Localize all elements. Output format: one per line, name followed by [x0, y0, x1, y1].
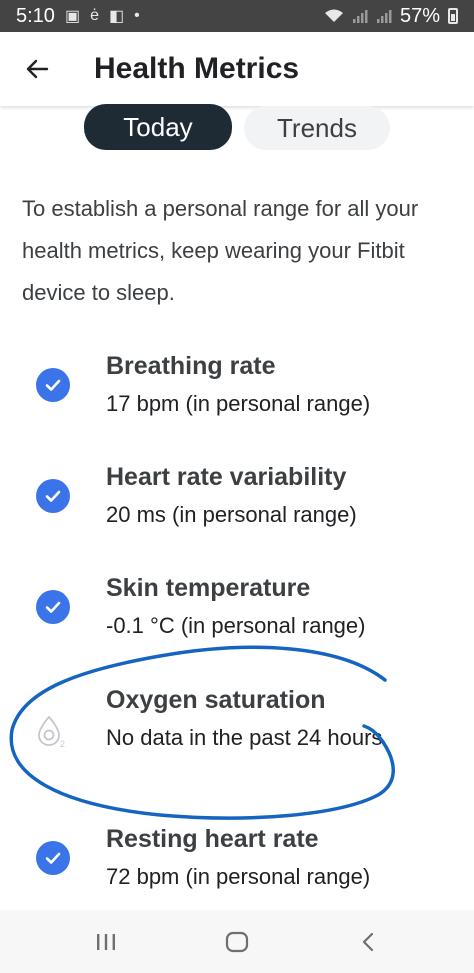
- metric-icon-wrap: 2: [36, 714, 70, 749]
- check-circle-icon: [36, 368, 70, 402]
- metric-value: No data in the past 24 hours: [106, 725, 383, 750]
- back-icon: [363, 932, 374, 951]
- o2-drop-icon: 2: [38, 715, 65, 749]
- intro-text: To establish a personal range for all yo…: [22, 196, 419, 305]
- metric-value: -0.1 °C (in personal range): [106, 613, 366, 638]
- metric-value: 20 ms (in personal range): [106, 502, 357, 527]
- back-button[interactable]: [22, 54, 52, 84]
- o2-subscript-text: 2: [60, 739, 65, 748]
- metric-oxygen-saturation[interactable]: 2 Oxygen saturation No data in the past …: [0, 686, 474, 786]
- image-icon: ▣: [64, 8, 81, 25]
- battery-icon: [448, 8, 458, 24]
- metric-name: Skin temperature: [106, 574, 311, 602]
- system-nav-bar: [0, 910, 474, 973]
- recents-button[interactable]: [76, 917, 136, 967]
- check-circle-icon: [36, 841, 70, 875]
- status-left: 5:10 ▣ ė ◧ •: [16, 5, 140, 28]
- signal-icon: [352, 10, 368, 23]
- wifi-icon: [324, 9, 343, 22]
- home-button[interactable]: [207, 917, 267, 967]
- dot-icon: •: [134, 7, 140, 24]
- metric-icon-wrap: [36, 841, 70, 875]
- metric-icon-wrap: [36, 479, 70, 513]
- metric-skin-temperature[interactable]: Skin temperature -0.1 °C (in personal ra…: [0, 574, 474, 664]
- app-bar: Health Metrics: [0, 32, 474, 106]
- status-time: 5:10: [16, 4, 55, 27]
- arrow-left-icon: [26, 59, 49, 79]
- metric-icon-wrap: [36, 368, 70, 402]
- metric-name: Heart rate variability: [106, 463, 347, 491]
- metric-name: Breathing rate: [106, 352, 276, 380]
- status-right: 57%: [324, 5, 458, 28]
- tab-today[interactable]: Today: [84, 104, 232, 150]
- metric-icon-wrap: [36, 590, 70, 624]
- check-circle-icon: [36, 590, 70, 624]
- flipboard-icon: ◧: [108, 8, 125, 25]
- recents-icon: [96, 933, 115, 950]
- metric-heart-rate-variability[interactable]: Heart rate variability 20 ms (in persona…: [0, 463, 474, 553]
- metric-resting-heart-rate[interactable]: Resting heart rate 72 bpm (in personal r…: [0, 825, 474, 915]
- metric-name: Oxygen saturation: [106, 686, 326, 714]
- metric-value: 17 bpm (in personal range): [106, 391, 371, 416]
- home-icon: [225, 931, 249, 952]
- system-back-button[interactable]: [338, 917, 398, 967]
- check-circle-icon: [36, 479, 70, 513]
- metric-name: Resting heart rate: [106, 825, 319, 853]
- tab-group: Today Trends: [84, 104, 390, 150]
- signal-icon: [376, 10, 392, 23]
- tab-trends[interactable]: Trends: [244, 106, 390, 150]
- page-title: Health Metrics: [94, 52, 300, 85]
- status-bar: 5:10 ▣ ė ◧ • 57%: [0, 0, 474, 32]
- battery-percent: 57%: [399, 4, 440, 27]
- metric-value: 72 bpm (in personal range): [106, 864, 371, 889]
- metric-breathing-rate[interactable]: Breathing rate 17 bpm (in personal range…: [0, 352, 474, 442]
- e-icon: ė: [90, 7, 99, 24]
